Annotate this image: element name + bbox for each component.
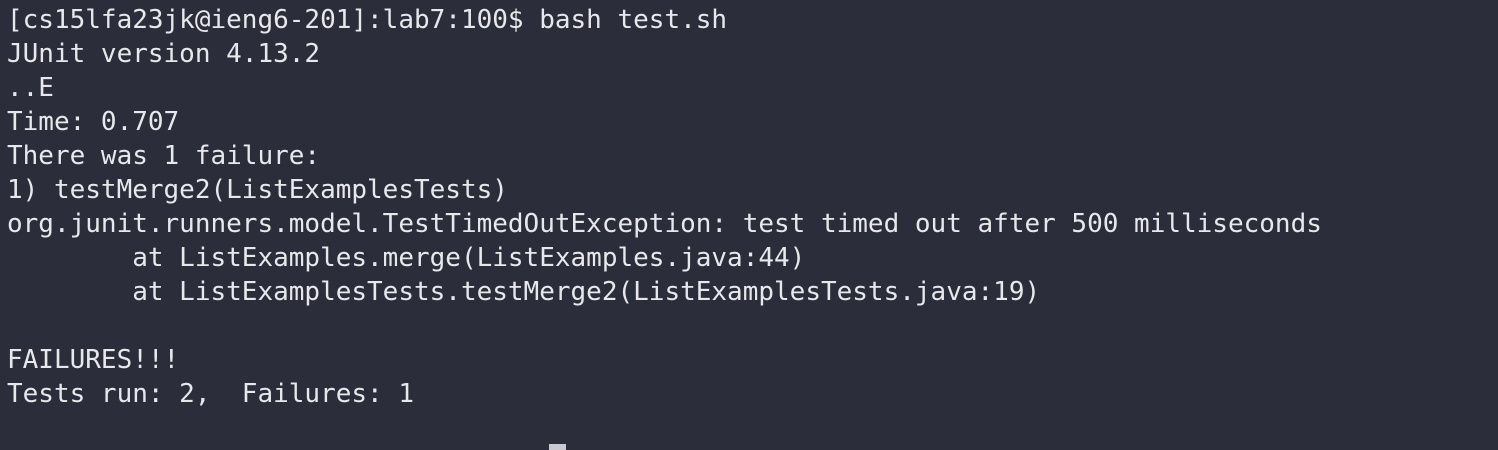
prompt-command-line: [cs15lfa23jk@ieng6-201]:lab7:100$ bash t… [7,5,728,35]
terminal-cursor [549,444,566,450]
tests-summary-line: Tests run: 2, Failures: 1 [7,379,414,409]
stack-trace-line: at ListExamples.merge(ListExamples.java:… [7,243,806,273]
test-progress-line: ..E [7,73,54,103]
failed-test-line: 1) testMerge2(ListExamplesTests) [7,175,508,205]
failures-banner-line: FAILURES!!! [7,345,180,375]
terminal-window[interactable]: [cs15lfa23jk@ieng6-201]:lab7:100$ bash t… [0,0,1498,450]
exception-line: org.junit.runners.model.TestTimedOutExce… [7,209,1322,239]
time-line: Time: 0.707 [7,107,180,137]
junit-version-line: JUnit version 4.13.2 [7,39,321,69]
stack-trace-line: at ListExamplesTests.testMerge2(ListExam… [7,277,1041,307]
failure-count-line: There was 1 failure: [7,141,321,171]
